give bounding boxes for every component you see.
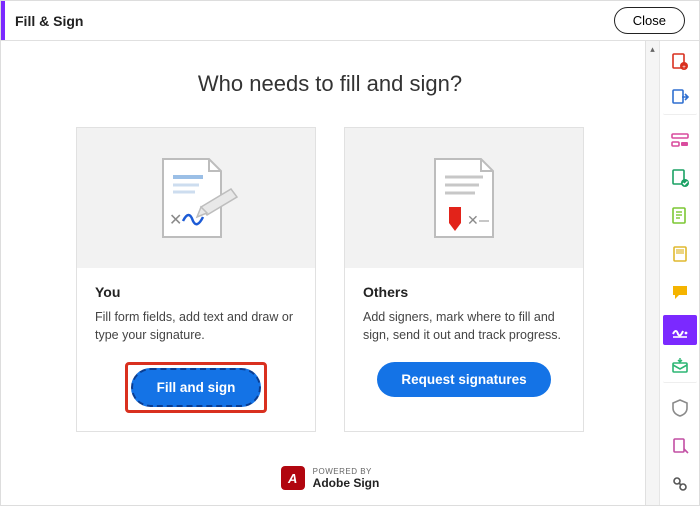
brand-name: Adobe Sign bbox=[313, 476, 380, 490]
card-others: ✕ Others Add signers, mark where to fill… bbox=[344, 127, 584, 432]
card-you-illustration: ✕ bbox=[77, 128, 315, 268]
option-cards: ✕ You Fill form fields, add text and dra… bbox=[51, 127, 609, 432]
scan-icon[interactable] bbox=[663, 239, 697, 269]
card-you: ✕ You Fill form fields, add text and dra… bbox=[76, 127, 316, 432]
fill-and-sign-button[interactable]: Fill and sign bbox=[131, 368, 262, 407]
vertical-scrollbar[interactable]: ▴ bbox=[645, 41, 659, 505]
scroll-up-icon[interactable]: ▴ bbox=[649, 44, 657, 52]
svg-text:✕: ✕ bbox=[467, 212, 479, 228]
card-you-title: You bbox=[95, 284, 297, 300]
document-sign-illustration: ✕ bbox=[141, 151, 251, 246]
export-pdf-icon[interactable] bbox=[663, 85, 697, 115]
accent-bar bbox=[1, 1, 5, 40]
highlight-box: Fill and sign bbox=[125, 362, 268, 413]
document-others-illustration: ✕ bbox=[409, 151, 519, 246]
organize-pages-icon[interactable] bbox=[663, 163, 697, 193]
fill-sign-icon[interactable] bbox=[663, 315, 697, 345]
create-pdf-icon[interactable]: + bbox=[663, 47, 697, 77]
panel-title: Fill & Sign bbox=[15, 13, 83, 29]
titlebar: Fill & Sign Close bbox=[1, 1, 699, 41]
brand-text: POWERED BY Adobe Sign bbox=[313, 467, 380, 490]
svg-text:+: + bbox=[682, 65, 686, 71]
close-button[interactable]: Close bbox=[614, 7, 685, 34]
card-you-desc: Fill form fields, add text and draw or t… bbox=[95, 308, 297, 344]
edit-pdf-icon[interactable] bbox=[663, 125, 697, 155]
request-signatures-button[interactable]: Request signatures bbox=[377, 362, 550, 397]
main-content: Who needs to fill and sign? ✕ You bbox=[1, 41, 659, 505]
svg-text:✕: ✕ bbox=[169, 212, 182, 229]
stamp-icon[interactable] bbox=[663, 431, 697, 461]
card-others-body: Others Add signers, mark where to fill a… bbox=[345, 268, 583, 431]
sticky-note-icon[interactable] bbox=[663, 277, 697, 307]
page-heading: Who needs to fill and sign? bbox=[51, 71, 609, 97]
card-others-illustration: ✕ bbox=[345, 128, 583, 268]
right-tool-panel: + bbox=[659, 41, 699, 505]
powered-by-label: POWERED BY bbox=[313, 467, 380, 476]
send-icon[interactable] bbox=[663, 353, 697, 383]
comment-icon[interactable] bbox=[663, 201, 697, 231]
adobe-sign-logo-icon: A bbox=[281, 466, 305, 490]
protect-icon[interactable] bbox=[663, 393, 697, 423]
footer-brand: A POWERED BY Adobe Sign bbox=[51, 466, 609, 490]
card-others-desc: Add signers, mark where to fill and sign… bbox=[363, 308, 565, 344]
more-tools-icon[interactable] bbox=[663, 469, 697, 499]
card-others-title: Others bbox=[363, 284, 565, 300]
card-you-body: You Fill form fields, add text and draw … bbox=[77, 268, 315, 431]
